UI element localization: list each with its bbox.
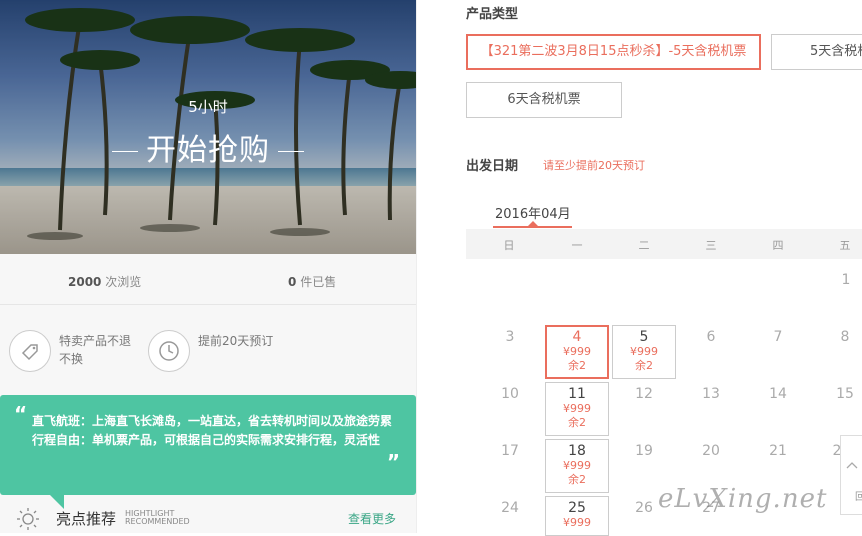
promo-box: “ 直飞航班：上海直飞长滩岛，一站直达，省去转机时间以及旅途劳累 行程自由：单机… <box>0 395 416 495</box>
hero-title-text: 开始抢购 <box>146 133 270 168</box>
weekday-fri: 五 <box>839 239 851 252</box>
calendar-day: 14 <box>769 386 787 402</box>
stats-bar: 2000 次浏览 0 件已售 <box>0 254 416 305</box>
calendar-day: 19 <box>635 443 653 459</box>
calendar-day-available[interactable]: 25 ¥999 <box>545 496 609 536</box>
highlights-subtitle: HIGHTLIGHT RECOMMENDED <box>125 509 190 526</box>
sun-icon <box>17 508 39 530</box>
calendar-day: 6 <box>706 329 716 345</box>
calendar-day: 1 <box>841 272 851 288</box>
countdown-text: 5小时 <box>188 98 228 116</box>
weekday-sun: 日 <box>503 239 515 252</box>
calendar-weekday-header: 日 一 二 三 四 五 <box>466 229 862 259</box>
calendar-day: 7 <box>773 329 783 345</box>
weekday-tue: 二 <box>638 239 650 252</box>
departure-date-label: 出发日期 <box>466 159 519 174</box>
column-gap <box>416 0 447 533</box>
calendar-day-available-selected[interactable]: 4 ¥999 余2 <box>545 325 609 379</box>
calendar-day: 20 <box>702 443 720 459</box>
tag-icon <box>9 330 51 372</box>
calendar-day: 12 <box>635 386 653 402</box>
product-option-6day[interactable]: 6天含税机票 <box>466 82 622 118</box>
calendar-day: 15 <box>836 386 854 402</box>
product-type-label: 产品类型 <box>466 7 519 22</box>
booking-hint: 请至少提前20天预订 <box>543 159 645 172</box>
hero-banner: 5小时 开始抢购 <box>0 0 416 254</box>
product-option-flash-sale[interactable]: 【321第二波3月8日15点秒杀】-5天含税机票 <box>466 34 761 70</box>
calendar-month-tab[interactable]: 2016年04月 <box>495 203 571 222</box>
views-stat: 2000 次浏览 <box>68 275 142 289</box>
calendar-day: 3 <box>505 329 515 345</box>
calendar-day: 17 <box>501 443 519 459</box>
back-to-top-tab[interactable]: 回 <box>840 435 862 515</box>
calendar-day: 21 <box>769 443 787 459</box>
weekday-mon: 一 <box>571 239 583 252</box>
open-quote-icon: “ <box>14 402 28 426</box>
calendar-day-available[interactable]: 11 ¥999 余2 <box>545 382 609 436</box>
product-option-5day[interactable]: 5天含税机票 <box>771 34 862 70</box>
back-to-top-label: 回 <box>855 492 862 503</box>
highlights-title: 亮点推荐 <box>56 510 117 528</box>
close-quote-icon: ” <box>386 450 400 474</box>
arrow-up-icon <box>846 462 858 469</box>
clock-icon <box>148 330 190 372</box>
promo-text: 直飞航班：上海直飞长滩岛，一站直达，省去转机时间以及旅途劳累 行程自由：单机票产… <box>32 414 393 447</box>
calendar-day: 10 <box>501 386 519 402</box>
product-summary-panel: 5小时 开始抢购 2000 次浏览 0 件已售 特卖产品不退不换 提前20天预订… <box>0 0 416 533</box>
sold-stat: 0 件已售 <box>288 275 337 289</box>
calendar-day-available[interactable]: 5 ¥999 余2 <box>612 325 676 379</box>
weekday-thu: 四 <box>772 239 784 252</box>
calendar-day: 8 <box>840 329 850 345</box>
calendar-day-available[interactable]: 18 ¥999 余2 <box>545 439 609 493</box>
calendar-day: 13 <box>702 386 720 402</box>
month-underline <box>493 226 572 228</box>
view-more-link[interactable]: 查看更多 <box>348 510 396 527</box>
calendar-day: 24 <box>501 500 519 516</box>
hero-title: 开始抢购 <box>0 125 416 169</box>
weekday-wed: 三 <box>705 239 717 252</box>
watermark: eLvXing.net <box>658 484 828 514</box>
highlights-header: 亮点推荐 HIGHTLIGHT RECOMMENDED 查看更多 <box>0 500 416 533</box>
